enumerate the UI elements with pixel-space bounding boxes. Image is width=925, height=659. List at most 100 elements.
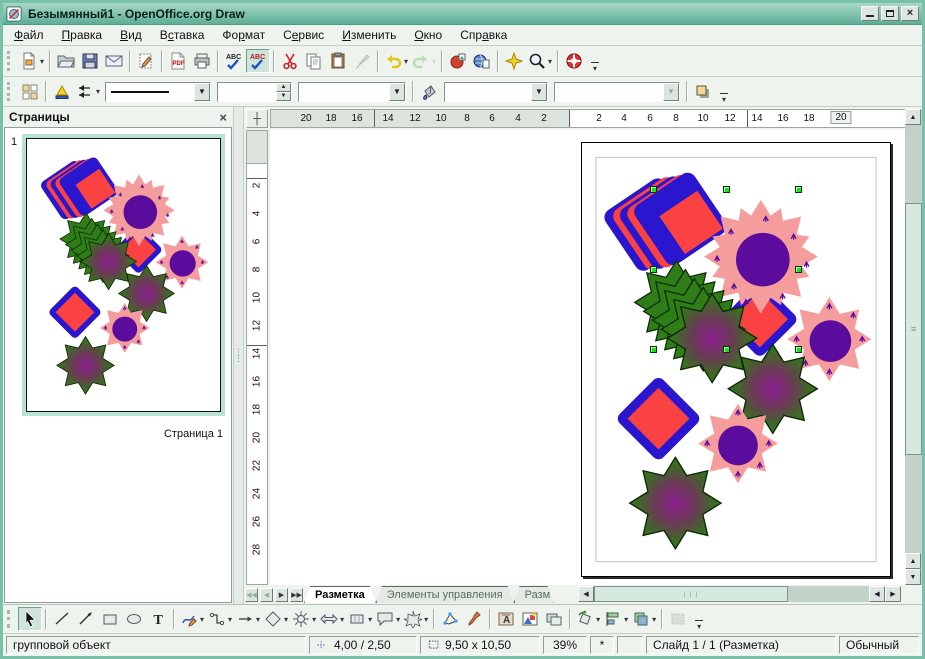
- selection-handle[interactable]: [723, 346, 730, 353]
- last-page-button[interactable]: ▶▶: [290, 588, 303, 602]
- paste-button[interactable]: [326, 49, 350, 73]
- ellipse-button[interactable]: [122, 607, 146, 631]
- maximize-button[interactable]: [881, 6, 899, 21]
- callouts-button[interactable]: ▾: [374, 607, 402, 631]
- navigator-button[interactable]: [502, 49, 526, 73]
- ruler-origin-button[interactable]: ┼: [246, 109, 268, 128]
- gallery-images-button[interactable]: [542, 607, 566, 631]
- drawing-viewport[interactable]: [270, 130, 906, 585]
- page-thumbnail[interactable]: [22, 134, 225, 416]
- arrow-style-button[interactable]: ▾: [74, 80, 102, 104]
- cut-button[interactable]: [278, 49, 302, 73]
- stars-button[interactable]: ▾: [402, 607, 430, 631]
- vertical-scroll-thumb[interactable]: ≡: [905, 203, 922, 455]
- menu-item-4[interactable]: Формат: [213, 26, 274, 44]
- styles-button[interactable]: [18, 80, 42, 104]
- menu-item-8[interactable]: Справка: [451, 26, 516, 44]
- zoom-button[interactable]: ▾: [526, 49, 554, 73]
- open-button[interactable]: [54, 49, 78, 73]
- redo-button[interactable]: ▾: [410, 49, 438, 73]
- area-style-select-dropdown-icon[interactable]: ▼: [531, 83, 547, 101]
- next-page-button[interactable]: ▶: [275, 588, 288, 602]
- selection-handle[interactable]: [650, 266, 657, 273]
- selection-handle[interactable]: [795, 346, 802, 353]
- new-document-button[interactable]: ▾: [18, 49, 46, 73]
- spin-down-icon[interactable]: ▼: [276, 92, 291, 101]
- from-file-button[interactable]: [518, 607, 542, 631]
- scroll-up-icon[interactable]: ▲: [905, 109, 921, 125]
- area-dialog-button[interactable]: [417, 80, 441, 104]
- text-button[interactable]: T: [146, 607, 170, 631]
- drawing-page[interactable]: [581, 142, 891, 577]
- selection-handle[interactable]: [795, 266, 802, 273]
- curve-button[interactable]: ▾: [178, 607, 206, 631]
- connector-button[interactable]: ▾: [206, 607, 234, 631]
- selection-handle[interactable]: [650, 186, 657, 193]
- edit-points-button[interactable]: [438, 607, 462, 631]
- save-button[interactable]: [78, 49, 102, 73]
- basic-shapes-button[interactable]: ▾: [262, 607, 290, 631]
- line-style-select[interactable]: ▼: [105, 82, 211, 102]
- symbol-shapes-button[interactable]: ▾: [290, 607, 318, 631]
- panel-splitter[interactable]: ⋮⋮: [233, 107, 244, 604]
- status-zoom[interactable]: 39%: [543, 636, 587, 654]
- fontwork-button[interactable]: A: [494, 607, 518, 631]
- export-pdf-button[interactable]: PDF: [166, 49, 190, 73]
- scroll-right-icon[interactable]: ▶: [885, 586, 901, 602]
- area-style-select[interactable]: ▼: [444, 82, 548, 102]
- vertical-scrollbar[interactable]: ▲ ≡ ▲ ▼: [905, 109, 922, 585]
- menu-item-7[interactable]: Окно: [405, 26, 451, 44]
- select-button[interactable]: [18, 607, 42, 631]
- line-style-select-dropdown-icon[interactable]: ▼: [194, 83, 210, 101]
- line-color-select[interactable]: ▼: [298, 82, 406, 102]
- toolbar-overflow-button[interactable]: ▾: [692, 607, 706, 631]
- flowchart-button[interactable]: ▾: [346, 607, 374, 631]
- scroll-down-icon[interactable]: ▼: [905, 569, 921, 585]
- selection-handle[interactable]: [650, 346, 657, 353]
- scroll-up2-icon[interactable]: ▲: [905, 553, 921, 569]
- line-width-spinner[interactable]: ▲▼: [217, 82, 292, 102]
- horizontal-scroll-thumb[interactable]: ❘❘❘: [594, 586, 788, 602]
- hyperlink-button[interactable]: [470, 49, 494, 73]
- tab-controls[interactable]: Элементы управления: [376, 586, 514, 603]
- selection-handle[interactable]: [795, 186, 802, 193]
- block-arrows-button[interactable]: ▾: [318, 607, 346, 631]
- glue-points-button[interactable]: [462, 607, 486, 631]
- area-fill-select-dropdown-icon[interactable]: ▼: [663, 83, 679, 101]
- arrange-button[interactable]: ▾: [630, 607, 658, 631]
- vertical-ruler[interactable]: 246810121416182022242628: [246, 130, 268, 585]
- menu-item-1[interactable]: Правка: [53, 26, 112, 44]
- shadow-button[interactable]: [691, 80, 715, 104]
- menu-item-2[interactable]: Вид: [111, 26, 151, 44]
- toolbar-grip[interactable]: [7, 610, 14, 628]
- minimize-button[interactable]: [861, 6, 879, 21]
- toolbar-overflow-button[interactable]: ▾: [717, 80, 731, 104]
- selection-handle[interactable]: [723, 186, 730, 193]
- line-button[interactable]: [50, 607, 74, 631]
- menu-item-5[interactable]: Сервис: [274, 26, 333, 44]
- menu-item-6[interactable]: Изменить: [333, 26, 405, 44]
- format-paintbrush-button[interactable]: [350, 49, 374, 73]
- print-button[interactable]: [190, 49, 214, 73]
- close-button[interactable]: ×: [901, 6, 919, 21]
- send-email-button[interactable]: [102, 49, 126, 73]
- align-button[interactable]: ▾: [602, 607, 630, 631]
- horizontal-scrollbar[interactable]: ◀ ❘❘❘ ◀ ▶: [578, 586, 901, 602]
- effects-button[interactable]: [666, 607, 690, 631]
- toolbar-grip[interactable]: [7, 82, 14, 101]
- scroll-left-icon[interactable]: ◀: [578, 586, 594, 602]
- edit-file-button[interactable]: [134, 49, 158, 73]
- line-color-select-dropdown-icon[interactable]: ▼: [389, 83, 405, 101]
- line-width-spinner-value[interactable]: [218, 83, 276, 101]
- first-page-button[interactable]: ◀◀: [245, 588, 258, 602]
- lines-arrows-button[interactable]: ▾: [234, 607, 262, 631]
- rotate-button[interactable]: ▾: [574, 607, 602, 631]
- previous-page-button[interactable]: ◀: [260, 588, 273, 602]
- line-dialog-button[interactable]: [50, 80, 74, 104]
- help-button[interactable]: [562, 49, 586, 73]
- spellcheck-button[interactable]: ABC: [222, 49, 246, 73]
- auto-spellcheck-button[interactable]: ABC: [246, 49, 270, 73]
- tab-layout[interactable]: Разметка: [304, 586, 376, 603]
- menu-item-0[interactable]: Файл: [5, 26, 53, 44]
- toolbar-overflow-button[interactable]: ▾: [588, 49, 602, 73]
